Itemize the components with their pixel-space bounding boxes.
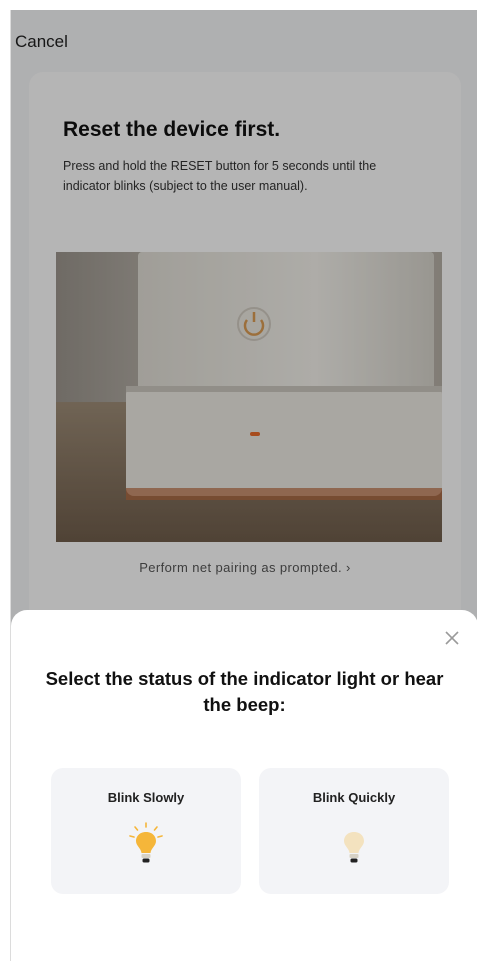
blink-quickly-option[interactable]: Blink Quickly bbox=[259, 768, 449, 894]
sheet-title: Select the status of the indicator light… bbox=[45, 668, 444, 715]
close-icon[interactable] bbox=[444, 630, 460, 646]
blink-slowly-option[interactable]: Blink Slowly bbox=[51, 768, 241, 894]
bulb-icon bbox=[344, 832, 364, 863]
option-label: Blink Slowly bbox=[107, 790, 185, 805]
blinking-bulb-icon bbox=[129, 822, 163, 863]
option-label: Blink Quickly bbox=[312, 790, 396, 805]
indicator-status-sheet: Select the status of the indicator light… bbox=[11, 610, 477, 961]
app-screen: Cancel Reset the device first. Press and… bbox=[10, 10, 477, 961]
